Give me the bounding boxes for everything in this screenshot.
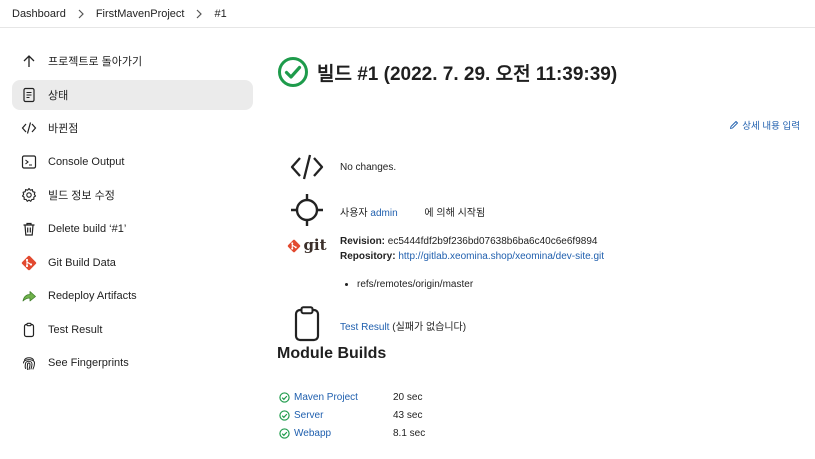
arrow-up-icon (21, 53, 37, 69)
module-link[interactable]: Webapp (294, 428, 331, 439)
table-row: Maven Project 20 sec (279, 388, 425, 406)
edit-description-link[interactable]: 상세 내용 입력 (729, 118, 800, 132)
chevron-right-icon (77, 9, 85, 19)
sidebar-item-test-result[interactable]: Test Result (12, 315, 253, 345)
user-link[interactable]: admin (370, 208, 397, 219)
revision-label: Revision: (340, 236, 386, 247)
revision-value: ec5444fdf2b9f236bd07638b6ba6c40c6e6f9894 (387, 236, 598, 247)
module-link[interactable]: Server (294, 410, 323, 421)
module-duration: 8.1 sec (393, 427, 426, 439)
repository-line: Repository: http://gitlab.xeomina.shop/x… (340, 251, 604, 262)
test-result-text: Test Result (실패가 없습니다) (340, 318, 466, 333)
sidebar-item-delete-build[interactable]: Delete build ‘#1’ (12, 214, 253, 244)
page-title: 빌드 #1 (2022. 7. 29. 오전 11:39:39) (277, 56, 617, 88)
sidebar-item-label: 바뀐점 (48, 123, 79, 136)
build-title: 빌드 #1 (2022. 7. 29. 오전 11:39:39) (317, 63, 618, 85)
git-summary: git Revision: ec5444fdf2b9f236bd07638b6b… (287, 236, 604, 262)
crosshair-icon (287, 192, 327, 228)
sidebar-item-see-fingerprints[interactable]: See Fingerprints (12, 348, 253, 378)
git-icon (21, 255, 37, 271)
sidebar-item-label: Git Build Data (48, 256, 116, 269)
document-icon (21, 87, 37, 103)
terminal-icon (21, 154, 37, 170)
trash-icon (21, 221, 37, 237)
repository-label: Repository: (340, 251, 396, 262)
git-logo-text: git (303, 236, 327, 254)
test-result-summary: Test Result (실패가 없습니다) (287, 306, 466, 342)
chevron-right-icon (195, 9, 203, 19)
repository-link[interactable]: http://gitlab.xeomina.shop/xeomina/dev-s… (398, 251, 604, 262)
refs-list: refs/remotes/origin/master (341, 279, 473, 291)
sidebar-item-label: 프로젝트로 돌아가기 (48, 56, 143, 68)
started-by-text: 사용자 admin 에 의해 시작됨 (340, 204, 485, 219)
pencil-icon (730, 121, 739, 129)
changes-summary: No changes. (287, 152, 396, 182)
sidebar-item-git-build-data[interactable]: Git Build Data (12, 248, 253, 278)
sidebar-item-label: See Fingerprints (48, 357, 129, 370)
started-by-prefix: 사용자 (340, 208, 368, 219)
success-check-icon (278, 57, 308, 87)
success-check-icon (279, 391, 290, 403)
breadcrumb-build[interactable]: #1 (214, 8, 226, 20)
started-by-summary: 사용자 admin 에 의해 시작됨 (287, 192, 485, 228)
git-logo-icon: git (287, 236, 327, 254)
test-result-link[interactable]: Test Result (340, 322, 389, 333)
git-details: Revision: ec5444fdf2b9f236bd07638b6ba6c4… (340, 236, 604, 266)
redeploy-arrow-icon (21, 288, 37, 304)
sidebar-item-label: Redeploy Artifacts (48, 290, 137, 303)
breadcrumb-dashboard[interactable]: Dashboard (12, 8, 66, 20)
breadcrumb: Dashboard FirstMavenProject #1 (0, 0, 815, 28)
started-by-suffix: 에 의해 시작됨 (424, 208, 486, 219)
module-duration: 43 sec (393, 409, 423, 421)
sidebar-item-label: Delete build ‘#1’ (48, 222, 127, 235)
sidebar-item-label: Console Output (48, 155, 125, 168)
sidebar-item-redeploy-artifacts[interactable]: Redeploy Artifacts (12, 281, 253, 311)
revision-line: Revision: ec5444fdf2b9f236bd07638b6ba6c4… (340, 236, 604, 247)
sidebar-item-changes[interactable]: 바뀐점 (12, 113, 253, 143)
sidebar-item-edit-build-info[interactable]: 빌드 정보 수정 (12, 180, 253, 210)
sidebar-item-back-to-project[interactable]: 프로젝트로 돌아가기 (12, 46, 253, 76)
sidebar-item-status[interactable]: 상태 (12, 79, 253, 110)
success-check-icon (279, 427, 290, 439)
success-check-icon (279, 409, 290, 421)
sidebar-item-console-output[interactable]: Console Output (12, 147, 253, 177)
table-row: Server 43 sec (279, 406, 425, 424)
module-builds-heading: Module Builds (277, 345, 387, 362)
code-icon (287, 152, 327, 182)
list-item: refs/remotes/origin/master (357, 279, 473, 291)
sidebar-item-label: Test Result (48, 323, 103, 336)
table-row: Webapp 8.1 sec (279, 424, 425, 442)
clipboard-icon (287, 306, 327, 342)
sidebar-item-label: 상태 (48, 89, 69, 102)
module-builds-table: Maven Project 20 sec Server 43 sec Webap… (279, 388, 425, 442)
module-duration: 20 sec (393, 391, 423, 403)
sidebar: 프로젝트로 돌아가기 상태 바뀐점 Console Output 빌드 정보 수… (12, 46, 253, 382)
changes-text: No changes. (340, 162, 397, 173)
clipboard-icon (21, 322, 37, 338)
gear-icon (21, 187, 37, 203)
sidebar-item-label: 빌드 정보 수정 (48, 190, 115, 203)
breadcrumb-project[interactable]: FirstMavenProject (96, 8, 185, 20)
fingerprint-icon (21, 355, 37, 371)
module-link[interactable]: Maven Project (294, 392, 358, 403)
code-icon (21, 120, 37, 136)
test-result-note: (실패가 없습니다) (392, 322, 467, 333)
edit-description-label: 상세 내용 입력 (742, 121, 800, 132)
